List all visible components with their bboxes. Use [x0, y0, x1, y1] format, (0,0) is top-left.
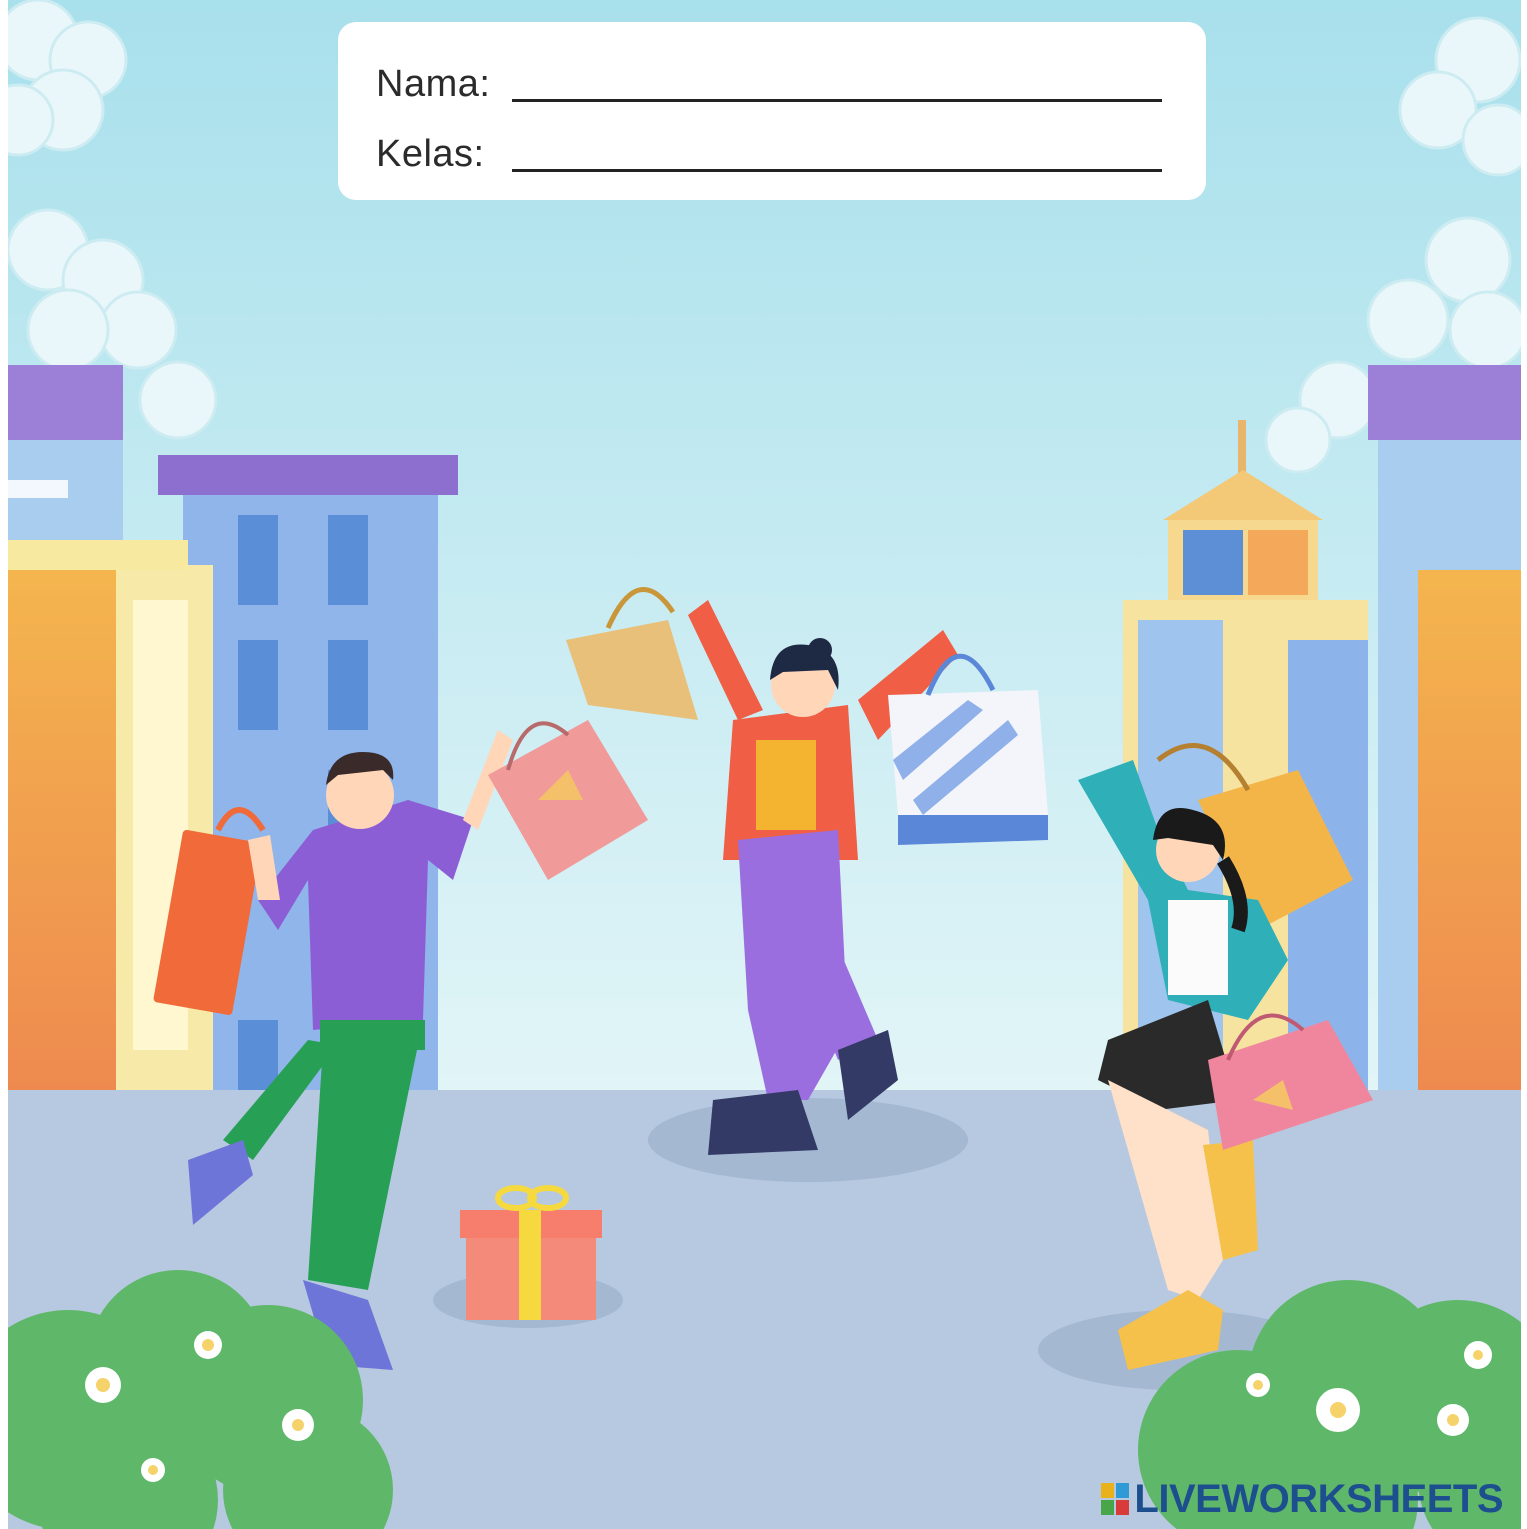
name-input-line[interactable]	[512, 99, 1162, 102]
class-input-line[interactable]	[512, 169, 1162, 172]
name-field-row: Nama:	[376, 63, 1162, 116]
liveworksheets-logo-icon	[1101, 1483, 1130, 1515]
illustration-svg	[8, 0, 1521, 1529]
watermark-text: LIVEWORKSHEETS	[1134, 1476, 1503, 1521]
class-label: Kelas:	[376, 133, 485, 175]
shopping-illustration: Nama: Kelas:	[8, 0, 1521, 1529]
worksheet-page: Nama: Kelas: LIVEWORKSHEETS	[0, 0, 1527, 1529]
student-info-card: Nama: Kelas:	[338, 22, 1206, 200]
name-label: Nama:	[376, 63, 491, 105]
liveworksheets-watermark: LIVEWORKSHEETS	[1100, 1477, 1503, 1521]
class-field-row: Kelas:	[376, 133, 1162, 186]
